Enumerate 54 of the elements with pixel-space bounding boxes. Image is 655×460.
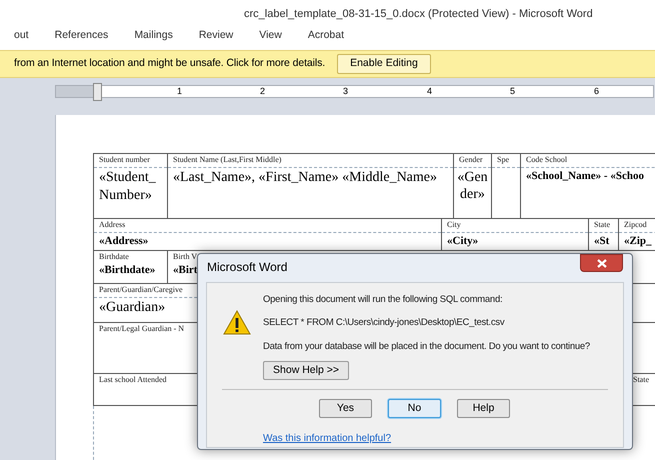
ruler-number: 1 [177, 85, 182, 98]
dialog-title: Microsoft Word [207, 258, 288, 276]
show-help-button[interactable]: Show Help >> [263, 361, 349, 380]
close-button[interactable] [580, 254, 623, 272]
field-label: Student number [99, 154, 150, 165]
dialog-message: Data from your database will be placed in the document. Do you want to continue? [263, 340, 590, 354]
field-label: Parent/Guardian/Caregive [99, 284, 183, 295]
field-label: Birthdate [99, 251, 129, 262]
field-label: Spe [497, 154, 509, 165]
merge-field: «City» [442, 233, 478, 248]
field-label: Birth V [173, 251, 198, 262]
merge-field: «Address» [94, 233, 148, 248]
merge-field: «Last_Name», «First_Name» «Middle_Name» [168, 168, 438, 187]
window-title: crc_label_template_08-31-15_0.docx (Protected View) - Microsoft Word [244, 6, 593, 22]
ruler-number: 2 [260, 85, 266, 98]
ribbon-tab[interactable]: out [14, 28, 29, 44]
ruler-number: 3 [343, 85, 348, 98]
merge-field: «Guardian» [94, 298, 166, 317]
message-text[interactable]: from an Internet location and might be unsafe. Click for more details. [14, 56, 326, 72]
field-label: State [633, 374, 649, 385]
ribbon-tab[interactable]: View [259, 28, 282, 44]
merge-field: «School_Name» - «Schoo [521, 168, 644, 183]
ruler-number: 5 [510, 85, 516, 98]
warning-icon [223, 310, 251, 335]
field-label: City [447, 219, 461, 230]
dialog-button[interactable]: No [388, 399, 441, 418]
ribbon-tab[interactable]: Mailings [134, 28, 173, 44]
ribbon-tab[interactable]: References [54, 28, 108, 44]
merge-field: «Birthdate» [94, 262, 156, 277]
field-label: Last school Attended [99, 374, 167, 385]
field-label: Student Name (Last,First Middle) [173, 154, 282, 165]
field-label: State [594, 219, 610, 230]
merge-field: «Zip_ [619, 233, 652, 248]
enable-editing-button[interactable]: Enable Editing [337, 54, 431, 74]
field-label: Code School [526, 154, 568, 165]
close-icon [596, 258, 606, 268]
ribbon-tab[interactable]: Acrobat [308, 28, 344, 44]
field-label: Zipcod [624, 219, 647, 230]
merge-field: «St [589, 233, 610, 248]
help-feedback-link[interactable]: Was this information helpful? [263, 431, 392, 446]
dialog-message: Opening this document will run the following SQL command: [263, 293, 504, 307]
ruler-number: 6 [594, 85, 600, 98]
merge-field: «Birt [168, 262, 198, 277]
indent-marker-icon[interactable] [93, 83, 102, 101]
dialog-message: SELECT * FROM C:\Users\cindy-jones\Desktop\EC_test.csv [263, 316, 506, 330]
field-label: Address [99, 219, 126, 230]
field-label: Parent/Legal Guardian - N [99, 323, 184, 334]
field-label: Gender [459, 154, 483, 165]
dialog-button[interactable]: Yes [319, 399, 372, 418]
dialog-button[interactable]: Help [457, 399, 510, 418]
ribbon-tab[interactable]: Review [198, 28, 234, 44]
merge-field: «Gender» [457, 168, 488, 203]
ruler-number: 4 [427, 85, 432, 98]
merge-field: «Student_Number» [99, 168, 159, 205]
